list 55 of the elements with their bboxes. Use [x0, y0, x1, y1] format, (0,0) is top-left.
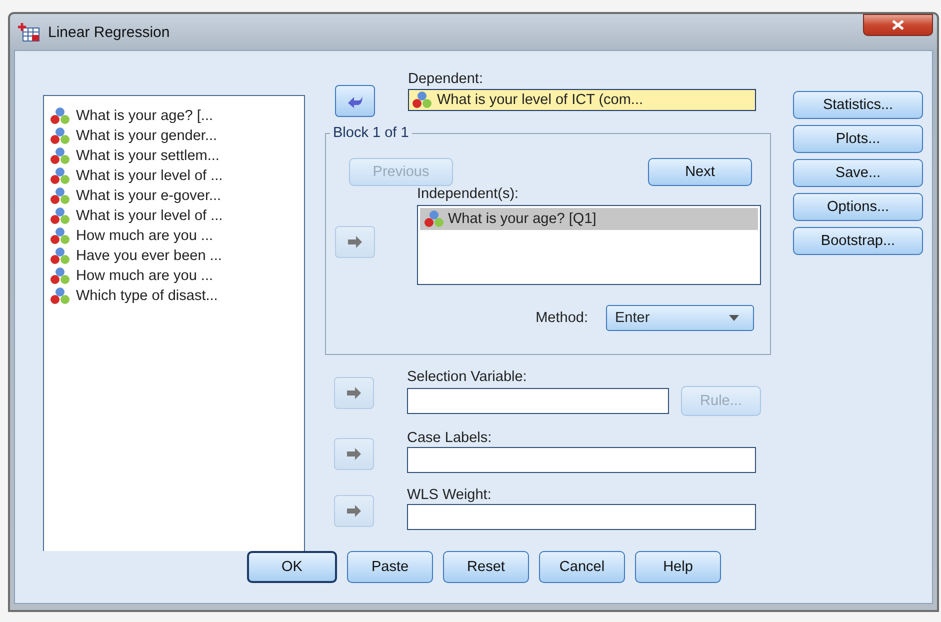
variable-item[interactable]: What is your level of ... — [50, 166, 304, 186]
variable-item[interactable]: What is your level of ... — [50, 206, 304, 226]
dialog-button[interactable]: Statistics... — [793, 91, 923, 119]
variable-item[interactable]: What is your settlem... — [50, 146, 304, 166]
balls-icon — [424, 210, 444, 228]
balls-icon — [50, 207, 70, 225]
arrow-button[interactable] — [335, 85, 375, 117]
field-label: Selection Variable: — [407, 369, 528, 386]
right-arrow-icon — [345, 504, 363, 518]
close-icon — [892, 20, 904, 30]
dialog-button[interactable]: Plots... — [793, 125, 923, 153]
dialog-button[interactable]: Cancel — [539, 551, 625, 583]
balls-icon — [412, 91, 432, 109]
next-button[interactable]: Next — [648, 158, 752, 186]
caret-icon — [729, 315, 739, 321]
balls-icon — [50, 287, 70, 305]
variable-item[interactable]: How much are you ... — [50, 226, 304, 246]
dialog-button[interactable]: Save... — [793, 159, 923, 187]
field-label: Independent(s): — [417, 186, 520, 203]
input-field[interactable] — [407, 447, 756, 473]
right-arrow-icon — [346, 235, 364, 249]
variable-item[interactable]: What is your age? [... — [50, 106, 304, 126]
dialog-button[interactable]: Options... — [793, 193, 923, 221]
variable-item[interactable]: What is your e-gover... — [50, 186, 304, 206]
dialog-button[interactable]: OK — [247, 551, 337, 583]
dialog-button[interactable]: Help — [635, 551, 721, 583]
balls-icon — [50, 127, 70, 145]
table-icon — [18, 22, 40, 42]
balls-icon — [50, 267, 70, 285]
variable-item[interactable]: How much are you ... — [50, 266, 304, 286]
balls-icon — [50, 247, 70, 265]
right-arrow-icon — [345, 447, 363, 461]
right-arrow-icon — [345, 386, 363, 400]
dependent-field[interactable]: What is your level of ICT (com... — [408, 89, 756, 111]
balls-icon — [50, 187, 70, 205]
method-dropdown[interactable]: Enter — [606, 305, 754, 331]
variable-item[interactable]: Have you ever been ... — [50, 246, 304, 266]
input-field[interactable] — [407, 504, 756, 530]
variable-item[interactable]: What is your gender... — [50, 126, 304, 146]
balls-icon — [50, 167, 70, 185]
window-title: Linear Regression — [48, 24, 171, 40]
dialog-button[interactable]: Bootstrap... — [793, 227, 923, 255]
input-field[interactable] — [407, 388, 669, 414]
dialog-button[interactable]: Reset — [443, 551, 529, 583]
close-button[interactable] — [863, 14, 933, 36]
variable-item[interactable]: Which type of disast... — [50, 286, 304, 306]
field-label: Case Labels: — [407, 430, 493, 447]
field-label: Dependent: — [408, 71, 484, 88]
field-label: Method: — [536, 310, 588, 326]
dialog-button[interactable]: Paste — [347, 551, 433, 583]
independent-item[interactable]: What is your age? [Q1] — [420, 208, 758, 230]
field-label: WLS Weight: — [407, 487, 492, 504]
balls-icon — [50, 227, 70, 245]
balls-icon — [50, 147, 70, 165]
balls-icon — [50, 107, 70, 125]
